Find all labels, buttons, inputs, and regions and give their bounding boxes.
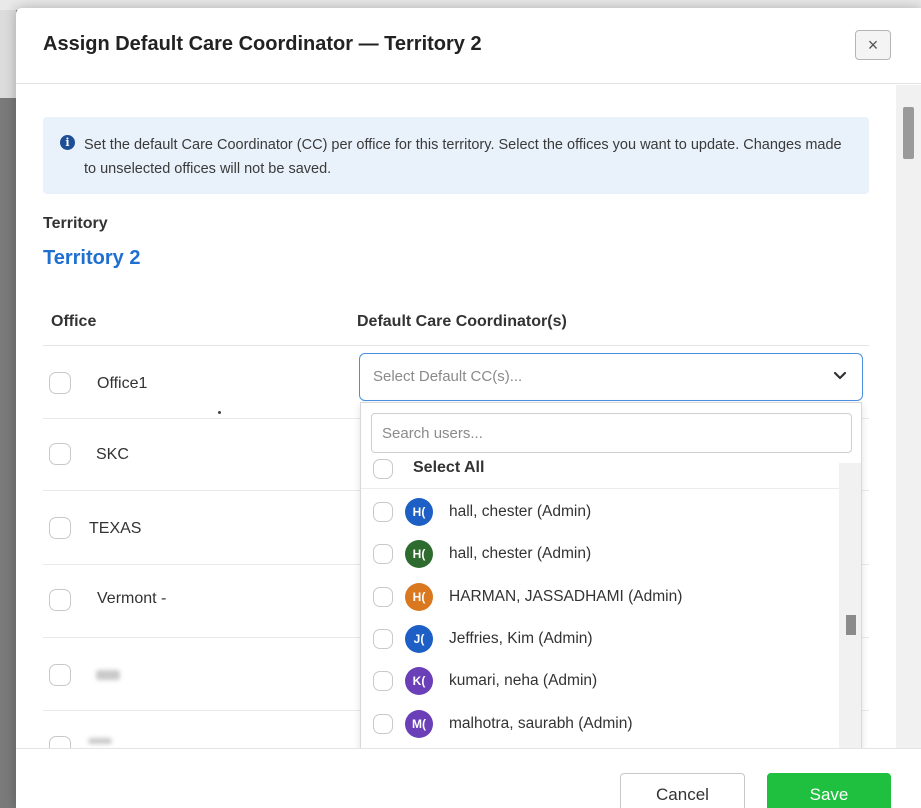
user-checkbox[interactable] xyxy=(373,671,393,691)
user-option[interactable]: M( malhotra, saurabh (Admin) xyxy=(361,703,839,745)
avatar: M( xyxy=(405,710,433,738)
info-icon: i xyxy=(60,135,75,150)
select-all-divider xyxy=(361,488,839,489)
dropdown-scrollbar-thumb[interactable] xyxy=(846,615,856,635)
avatar: H( xyxy=(405,540,433,568)
user-name: kumari, neha (Admin) xyxy=(449,672,598,689)
office-name: Office1 xyxy=(97,375,148,392)
user-option[interactable]: H( hall, chester (Admin) xyxy=(361,491,839,533)
info-text: Set the default Care Coordinator (CC) pe… xyxy=(84,137,842,177)
modal-body: i Set the default Care Coordinator (CC) … xyxy=(16,85,896,748)
column-header-office: Office xyxy=(51,313,97,330)
select-all-option[interactable]: Select All xyxy=(361,453,839,489)
background-page-panel xyxy=(0,10,16,98)
user-checkbox[interactable] xyxy=(373,714,393,734)
select-placeholder: Select Default CC(s)... xyxy=(373,368,523,385)
avatar: H( xyxy=(405,583,433,611)
user-checkbox[interactable] xyxy=(373,544,393,564)
user-name: malhotra, saurabh (Admin) xyxy=(449,715,633,732)
user-checkbox[interactable] xyxy=(373,629,393,649)
user-option[interactable]: H( hall, chester (Admin) xyxy=(361,533,839,575)
modal-scrollbar-thumb[interactable] xyxy=(903,107,914,159)
user-name: hall, chester (Admin) xyxy=(449,503,592,520)
redacted-office-name xyxy=(96,670,120,680)
territory-value: Territory 2 xyxy=(43,247,141,269)
office-row-checkbox[interactable] xyxy=(49,736,71,748)
office-name: SKC xyxy=(96,446,129,463)
user-option[interactable]: K( kumari, neha (Admin) xyxy=(361,660,839,702)
office-row-checkbox[interactable] xyxy=(49,664,71,686)
user-checkbox[interactable] xyxy=(373,587,393,607)
user-option[interactable]: J( Jeffries, Kim (Admin) xyxy=(361,618,839,660)
chevron-down-icon xyxy=(833,371,847,380)
assign-cc-modal: Assign Default Care Coordinator — Territ… xyxy=(16,8,921,808)
modal-title: Assign Default Care Coordinator — Territ… xyxy=(43,33,482,55)
search-users-input[interactable]: Search users... xyxy=(371,413,852,453)
select-all-checkbox[interactable] xyxy=(373,459,393,479)
default-cc-select[interactable]: Select Default CC(s)... xyxy=(359,353,863,401)
dropdown-scrollbar[interactable] xyxy=(839,463,861,748)
user-name: hall, chester (Admin) xyxy=(449,545,592,562)
office-row-checkbox[interactable] xyxy=(49,589,71,611)
user-list: Select All H( hall, chester (Admin) H( h… xyxy=(361,459,839,748)
redacted-office-name xyxy=(88,738,112,744)
user-option[interactable]: H( HARMAN, JASSADHAMI (Admin) xyxy=(361,576,839,618)
stray-dot xyxy=(218,411,221,414)
avatar: H( xyxy=(405,498,433,526)
search-placeholder: Search users... xyxy=(382,425,483,442)
territory-label: Territory xyxy=(43,215,108,232)
office-row-checkbox[interactable] xyxy=(49,517,71,539)
header-divider xyxy=(43,345,869,346)
save-button[interactable]: Save xyxy=(767,773,891,808)
column-header-default-cc: Default Care Coordinator(s) xyxy=(357,313,567,330)
office-row-checkbox[interactable] xyxy=(49,372,71,394)
user-name: Jeffries, Kim (Admin) xyxy=(449,630,593,647)
user-name: HARMAN, JASSADHAMI (Admin) xyxy=(449,588,683,605)
avatar: J( xyxy=(405,625,433,653)
modal-scrollbar[interactable] xyxy=(896,85,921,748)
office-name: Vermont - xyxy=(97,590,167,607)
user-checkbox[interactable] xyxy=(373,502,393,522)
office-row-checkbox[interactable] xyxy=(49,443,71,465)
modal-footer: Cancel Save xyxy=(16,748,921,808)
close-button[interactable]: × xyxy=(855,30,891,60)
cancel-button[interactable]: Cancel xyxy=(620,773,745,808)
avatar: K( xyxy=(405,667,433,695)
office-name: TEXAS xyxy=(89,520,142,537)
cc-dropdown-panel: Search users... Select All H( hall, ches… xyxy=(360,402,862,748)
select-all-label: Select All xyxy=(413,459,485,476)
info-banner: i Set the default Care Coordinator (CC) … xyxy=(43,117,869,194)
modal-header: Assign Default Care Coordinator — Territ… xyxy=(16,8,921,84)
